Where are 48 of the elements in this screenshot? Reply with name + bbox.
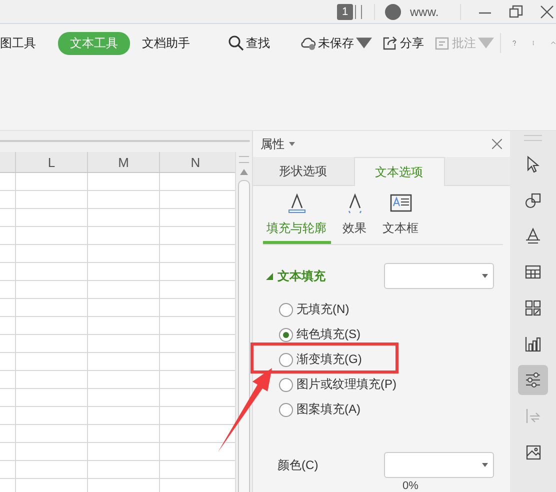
panel-subtab[interactable]: 效果 (338, 192, 371, 244)
close-icon[interactable] (492, 139, 502, 149)
ribbon-tab[interactable]: 图工具 (0, 32, 48, 54)
dropdown-arrow-icon (482, 463, 488, 467)
restore-icon[interactable] (508, 4, 523, 18)
radio-button[interactable] (278, 402, 293, 416)
ribbon-tab[interactable]: 文档助手 (130, 32, 202, 54)
cloud-icon (300, 35, 316, 51)
radio-button[interactable] (278, 378, 293, 392)
toolbar-command[interactable]: 未保存 (300, 34, 372, 52)
percent-label: 0% (402, 480, 420, 492)
radio-button[interactable] (278, 302, 293, 316)
panel-title[interactable]: 属性 (260, 136, 285, 152)
letter-outline-icon (286, 192, 308, 214)
panel-subtab[interactable]: 文本框 (378, 192, 423, 244)
toolbar-command: 批注 (434, 34, 494, 52)
option-label[interactable]: 图案填充(A) (296, 401, 361, 418)
color-dropdown[interactable] (384, 452, 494, 478)
panel-tab[interactable]: 形状选项 (252, 157, 354, 185)
option-label[interactable]: 渐变填充(G) (296, 351, 362, 368)
page-count-badge[interactable]: 1 (337, 4, 353, 20)
field-label: 颜色(C) (278, 456, 318, 474)
option-label[interactable]: 无填充(N) (296, 301, 350, 318)
column-header[interactable]: N (159, 152, 231, 172)
close-icon[interactable] (540, 4, 554, 18)
radio-button[interactable] (278, 328, 293, 342)
panel-tab[interactable]: 文本选项 (354, 157, 445, 186)
toolbar-command[interactable]: 分享 (382, 34, 424, 52)
expanded-triangle-icon[interactable] (266, 272, 273, 280)
account-name[interactable]: www. (410, 4, 439, 18)
panel-subtab[interactable]: 填充与轮廓 (262, 192, 331, 244)
sliders-icon[interactable] (518, 365, 548, 395)
scroll-up-icon[interactable] (240, 169, 248, 175)
caret-icon[interactable] (288, 141, 295, 147)
radio-button[interactable] (278, 352, 293, 366)
avatar[interactable] (385, 4, 401, 20)
option-label[interactable]: 图片或纹理填充(P) (296, 376, 397, 393)
dropdown-arrow-icon (482, 274, 488, 278)
text-frame-icon (390, 192, 412, 214)
scrollbar[interactable] (234, 152, 252, 492)
note-icon (434, 35, 450, 51)
option-label[interactable]: 纯色填充(S) (296, 326, 361, 343)
toolbar-command[interactable]: 查找 (228, 34, 270, 52)
column-header[interactable]: L (15, 152, 87, 172)
share-icon (382, 35, 398, 51)
section-title: 文本填充 (278, 268, 326, 284)
search-icon (228, 35, 244, 51)
column-header[interactable]: M (87, 152, 159, 172)
